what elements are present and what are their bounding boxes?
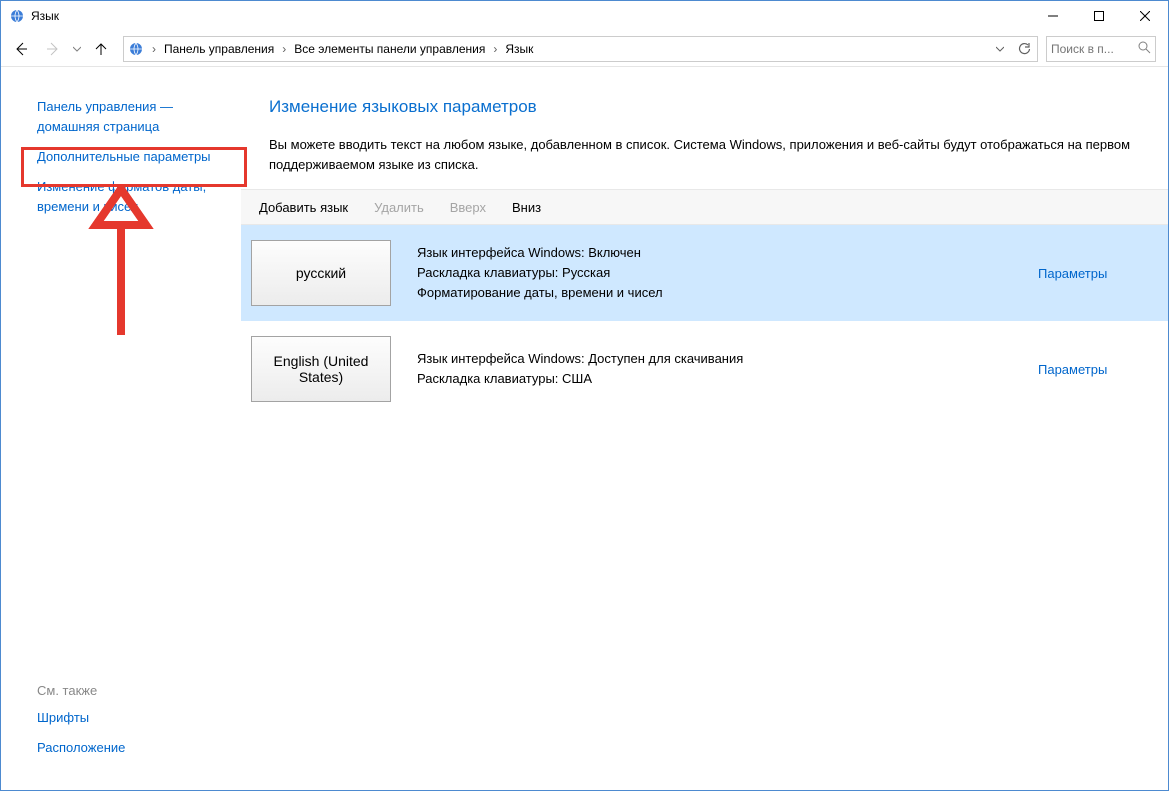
page-description: Вы можете вводить текст на любом языке, … bbox=[269, 135, 1150, 175]
content-area: Панель управления — домашняя страница До… bbox=[1, 67, 1168, 790]
toolbar-remove: Удалить bbox=[366, 196, 432, 219]
see-also-header: См. также bbox=[37, 683, 125, 698]
breadcrumb-icon bbox=[128, 41, 144, 57]
back-button[interactable] bbox=[5, 33, 37, 65]
language-info-line: Форматирование даты, времени и чисел bbox=[417, 283, 1038, 303]
language-options: Параметры bbox=[1038, 266, 1158, 281]
breadcrumb[interactable]: › Панель управления › Все элементы панел… bbox=[123, 36, 1038, 62]
window-title: Язык bbox=[31, 9, 59, 23]
see-also-section: См. также Шрифты Расположение bbox=[37, 683, 125, 768]
refresh-button[interactable] bbox=[1012, 37, 1036, 61]
search-icon[interactable] bbox=[1138, 41, 1151, 57]
language-info-line: Раскладка клавиатуры: США bbox=[417, 369, 1038, 389]
language-options: Параметры bbox=[1038, 362, 1158, 377]
sidebar-link-location[interactable]: Расположение bbox=[37, 738, 125, 758]
language-info: Язык интерфейса Windows: Включен Расклад… bbox=[417, 243, 1038, 303]
language-options-link[interactable]: Параметры bbox=[1038, 266, 1107, 281]
search-box[interactable] bbox=[1046, 36, 1156, 62]
sidebar-link-home[interactable]: Панель управления — домашняя страница bbox=[37, 97, 217, 137]
sidebar: Панель управления — домашняя страница До… bbox=[1, 67, 241, 790]
language-options-link[interactable]: Параметры bbox=[1038, 362, 1107, 377]
minimize-button[interactable] bbox=[1030, 1, 1076, 30]
forward-button[interactable] bbox=[37, 33, 69, 65]
breadcrumb-segment[interactable]: Панель управления bbox=[160, 37, 278, 61]
language-row[interactable]: русский Язык интерфейса Windows: Включен… bbox=[241, 225, 1168, 321]
language-info-line: Язык интерфейса Windows: Включен bbox=[417, 243, 1038, 263]
up-button[interactable] bbox=[85, 33, 117, 65]
language-info-line: Раскладка клавиатуры: Русская bbox=[417, 263, 1038, 283]
language-row[interactable]: English (United States) Язык интерфейса … bbox=[241, 321, 1168, 417]
close-button[interactable] bbox=[1122, 1, 1168, 30]
language-tile[interactable]: русский bbox=[251, 240, 391, 306]
chevron-right-icon[interactable]: › bbox=[489, 42, 501, 56]
language-tile[interactable]: English (United States) bbox=[251, 336, 391, 402]
address-bar-row: › Панель управления › Все элементы панел… bbox=[1, 31, 1168, 67]
toolbar-add-language[interactable]: Добавить язык bbox=[251, 196, 356, 219]
language-list: русский Язык интерфейса Windows: Включен… bbox=[241, 225, 1168, 417]
breadcrumb-dropdown[interactable] bbox=[988, 37, 1012, 61]
search-input[interactable] bbox=[1051, 42, 1151, 56]
maximize-button[interactable] bbox=[1076, 1, 1122, 30]
breadcrumb-segment[interactable]: Язык bbox=[501, 37, 537, 61]
main-panel: Изменение языковых параметров Вы можете … bbox=[241, 67, 1168, 790]
chevron-right-icon[interactable]: › bbox=[148, 42, 160, 56]
breadcrumb-segment[interactable]: Все элементы панели управления bbox=[290, 37, 489, 61]
sidebar-link-formats[interactable]: Изменение форматов даты, времени и чисел bbox=[37, 177, 237, 217]
title-bar: Язык bbox=[1, 1, 1168, 31]
toolbar-move-up: Вверх bbox=[442, 196, 494, 219]
chevron-right-icon[interactable]: › bbox=[278, 42, 290, 56]
window-controls bbox=[1030, 1, 1168, 30]
language-toolbar: Добавить язык Удалить Вверх Вниз bbox=[241, 189, 1168, 225]
language-info: Язык интерфейса Windows: Доступен для ск… bbox=[417, 349, 1038, 389]
app-icon bbox=[9, 8, 25, 24]
recent-dropdown[interactable] bbox=[69, 33, 85, 65]
page-heading: Изменение языковых параметров bbox=[269, 97, 1150, 117]
sidebar-link-advanced[interactable]: Дополнительные параметры bbox=[37, 147, 241, 167]
language-info-line: Язык интерфейса Windows: Доступен для ск… bbox=[417, 349, 1038, 369]
toolbar-move-down[interactable]: Вниз bbox=[504, 196, 549, 219]
sidebar-link-fonts[interactable]: Шрифты bbox=[37, 708, 125, 728]
